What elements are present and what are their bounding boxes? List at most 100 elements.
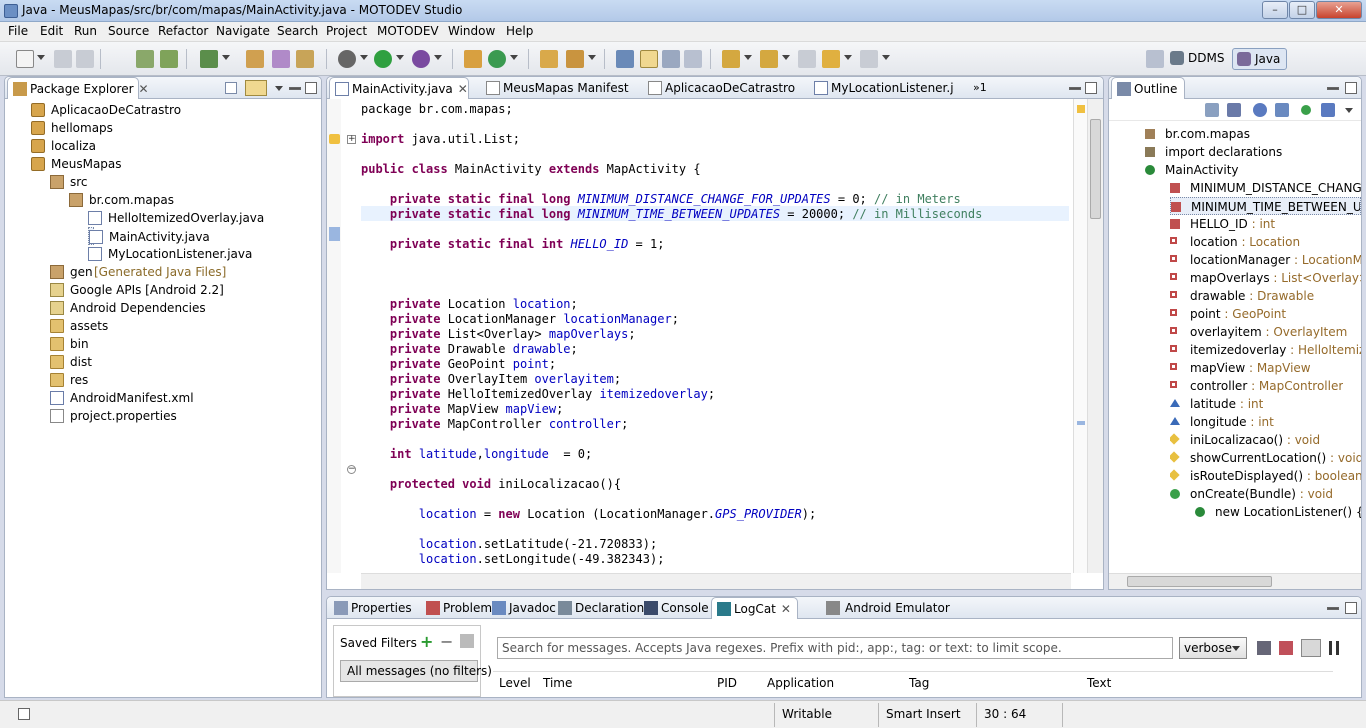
view-menu-icon[interactable]	[275, 86, 283, 91]
last-edit-location-icon[interactable]	[798, 50, 816, 68]
code-line[interactable]: public class MainActivity extends MapAct…	[361, 162, 701, 177]
menu-edit[interactable]: Edit	[40, 24, 63, 38]
debug-icon[interactable]	[338, 50, 356, 68]
minimize-editor-icon[interactable]	[1069, 87, 1081, 90]
tab-package-explorer[interactable]: Package Explorer ✕	[7, 77, 149, 99]
outline-horizontal-scrollbar[interactable]	[1109, 573, 1361, 589]
code-line[interactable]: private Drawable drawable;	[361, 342, 578, 357]
add-filter-icon[interactable]: +	[420, 634, 433, 650]
collapse-all-icon[interactable]	[225, 82, 237, 94]
outline-item[interactable]: mapOverlays : List<Overlay>	[1170, 269, 1361, 287]
tab-android-emulator[interactable]: Android Emulator	[821, 597, 950, 619]
code-line[interactable]: package br.com.mapas;	[361, 102, 513, 117]
minimize-view-icon[interactable]	[289, 87, 301, 90]
back-dropdown-arrow-icon[interactable]	[844, 55, 852, 60]
log-level-select[interactable]: verbose	[1179, 637, 1247, 659]
external-tools-icon[interactable]	[412, 50, 430, 68]
menu-help[interactable]: Help	[506, 24, 533, 38]
hide-non-public-icon[interactable]	[1301, 105, 1311, 115]
logcat-column-header[interactable]: Application	[767, 676, 834, 690]
code-line[interactable]: int latitude,longitude = 0;	[361, 447, 592, 462]
task-icon[interactable]	[200, 50, 218, 68]
close-package-explorer-icon[interactable]: ✕	[139, 82, 149, 96]
previous-annotation-dropdown-arrow-icon[interactable]	[782, 55, 790, 60]
new-package-icon[interactable]	[464, 50, 482, 68]
back-arrow-icon[interactable]	[822, 50, 840, 68]
tab-console[interactable]: Console	[639, 597, 709, 619]
tab-meusmapas-manifest[interactable]: MeusMapas Manifest	[481, 77, 631, 99]
outline-scroll-thumb[interactable]	[1127, 576, 1272, 587]
tab-logcat[interactable]: LogCat ✕	[711, 597, 798, 619]
outline-item[interactable]: itemizedoverlay : HelloItemized(	[1170, 341, 1361, 359]
tab-outline[interactable]: Outline	[1111, 77, 1185, 99]
remove-filter-icon[interactable]: −	[440, 634, 453, 650]
menu-source[interactable]: Source	[108, 24, 149, 38]
search-icon[interactable]	[566, 50, 584, 68]
outline-item[interactable]: br.com.mapas	[1145, 125, 1250, 143]
tab-aplicacaodecatrastro[interactable]: AplicacaoDeCatrastro	[643, 77, 803, 99]
collapse-all-icon[interactable]	[1205, 103, 1219, 117]
editor-vertical-scroll-thumb[interactable]	[1090, 119, 1101, 219]
code-line[interactable]: private static final long MINIMUM_TIME_B…	[361, 207, 982, 222]
outline-item[interactable]: latitude : int	[1170, 395, 1263, 413]
save-log-icon[interactable]	[1257, 641, 1271, 655]
menu-run[interactable]: Run	[74, 24, 97, 38]
next-annotation-icon[interactable]	[722, 50, 740, 68]
search-dropdown-arrow-icon[interactable]	[588, 55, 596, 60]
edit-filter-icon[interactable]	[460, 634, 474, 648]
code-line[interactable]: location.setLatitude(-21.720833);	[361, 537, 657, 552]
run-icon[interactable]	[374, 50, 392, 68]
hide-static-icon[interactable]	[1275, 103, 1289, 117]
maximize-outline-icon[interactable]	[1345, 82, 1357, 94]
run-dropdown-arrow-icon[interactable]	[396, 55, 404, 60]
outline-item[interactable]: HELLO_ID : int	[1170, 215, 1275, 233]
clear-log-icon[interactable]	[1279, 641, 1293, 655]
code-line[interactable]: private List<Overlay> mapOverlays;	[361, 327, 636, 342]
external-tools-dropdown-arrow-icon[interactable]	[434, 55, 442, 60]
close-window-button[interactable]: ✕	[1316, 1, 1362, 19]
close-logcat-icon[interactable]: ✕	[781, 602, 791, 616]
outline-item[interactable]: onCreate(Bundle) : void	[1170, 485, 1333, 503]
editor-vertical-scrollbar[interactable]	[1087, 99, 1103, 573]
new-java-class-icon[interactable]	[488, 50, 506, 68]
code-line[interactable]: private LocationManager locationManager;	[361, 312, 679, 327]
code-line[interactable]: location.setLongitude(-49.382343);	[361, 552, 665, 565]
warning-marker-icon[interactable]	[329, 134, 340, 144]
outline-item[interactable]: location : Location	[1170, 233, 1300, 251]
open-file-icon[interactable]	[272, 50, 290, 68]
tab-javadoc[interactable]: Javadoc	[487, 597, 556, 619]
logcat-column-header[interactable]: Level	[499, 676, 531, 690]
logcat-column-header[interactable]: Text	[1087, 676, 1111, 690]
logcat-search-input[interactable]: Search for messages. Accepts Java regexe…	[497, 637, 1173, 659]
maximize-editor-icon[interactable]	[1085, 82, 1097, 94]
previous-annotation-icon[interactable]	[760, 50, 778, 68]
menu-motodev[interactable]: MOTODEV	[377, 24, 439, 38]
open-type-icon[interactable]	[540, 50, 558, 68]
new-dropdown-arrow-icon[interactable]	[37, 55, 45, 60]
outline-item[interactable]: MINIMUM_DISTANCE_CHANGE	[1170, 179, 1361, 197]
new-project-icon[interactable]	[246, 50, 264, 68]
code-area[interactable]: package br.com.mapas; import java.util.Li…	[361, 99, 1069, 565]
forward-dropdown-arrow-icon[interactable]	[882, 55, 890, 60]
outline-item[interactable]: longitude : int	[1170, 413, 1274, 431]
logcat-column-header[interactable]: Tag	[909, 676, 929, 690]
logcat-column-header[interactable]: PID	[717, 676, 737, 690]
hide-fields-icon[interactable]	[1253, 103, 1267, 117]
maximize-button[interactable]: □	[1289, 1, 1315, 19]
outline-view-menu-icon[interactable]	[1345, 108, 1353, 113]
outline-item[interactable]: locationManager : LocationMan	[1170, 251, 1361, 269]
outline-item[interactable]: import declarations	[1145, 143, 1282, 161]
menu-file[interactable]: File	[8, 24, 28, 38]
save-icon[interactable]	[54, 50, 72, 68]
next-annotation-dropdown-arrow-icon[interactable]	[744, 55, 752, 60]
tab-mainactivity[interactable]: MainActivity.java ✕	[329, 77, 469, 99]
sort-icon[interactable]	[1227, 103, 1241, 117]
menu-window[interactable]: Window	[448, 24, 495, 38]
save-all-icon[interactable]	[76, 50, 94, 68]
show-whitespace-icon[interactable]	[684, 50, 702, 68]
outline-item[interactable]: mapView : MapView	[1170, 359, 1311, 377]
new-class-icon[interactable]	[296, 50, 314, 68]
code-line[interactable]: import java.util.List;	[361, 132, 520, 147]
fast-view-icon[interactable]	[18, 708, 30, 720]
new-class-dropdown-arrow-icon[interactable]	[510, 55, 518, 60]
